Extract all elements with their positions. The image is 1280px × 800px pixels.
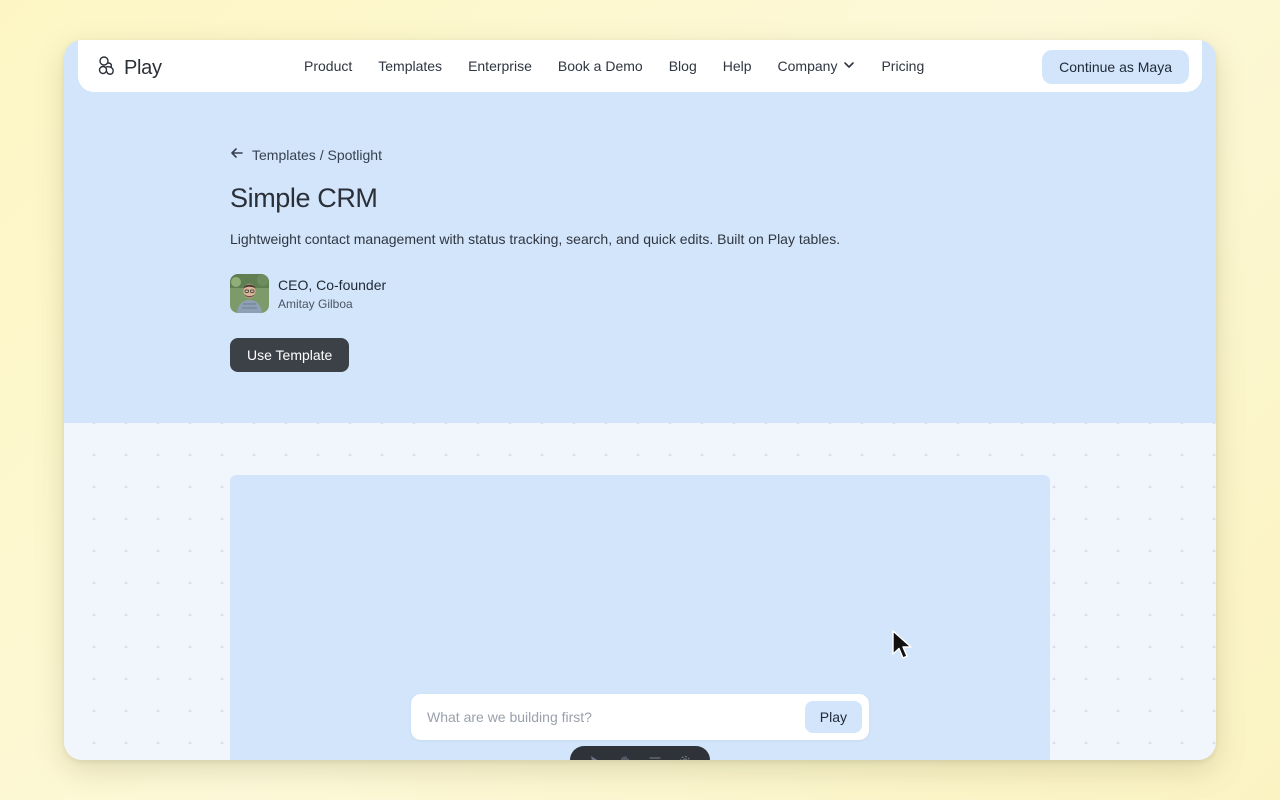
nav-link-label: Product xyxy=(304,58,353,74)
author-info: CEO, Co-founder Amitay Gilboa xyxy=(278,277,386,311)
chevron-down-icon xyxy=(843,58,855,74)
nav-link-blog[interactable]: Blog xyxy=(669,58,697,74)
prompt-bar: Play xyxy=(411,694,869,740)
top-navbar: Play Product Templates Enterprise Book a… xyxy=(78,40,1202,92)
avatar xyxy=(230,274,269,313)
nav-link-enterprise[interactable]: Enterprise xyxy=(468,58,532,74)
nav-link-label: Enterprise xyxy=(468,58,532,74)
play-logo-icon xyxy=(96,54,120,83)
nav-link-label: Templates xyxy=(378,58,443,74)
mouse-cursor-icon xyxy=(892,630,912,665)
nav-link-label: Book a Demo xyxy=(557,58,643,74)
page-title: Simple CRM xyxy=(230,183,378,213)
nav-link-pricing[interactable]: Pricing xyxy=(881,58,924,74)
nav-link-book-demo[interactable]: Book a Demo xyxy=(558,58,643,74)
template-description: Lightweight contact management with stat… xyxy=(230,231,841,247)
brand-logo[interactable]: Play xyxy=(96,54,162,83)
pointer-icon[interactable] xyxy=(588,754,602,760)
nav-link-company[interactable]: Company xyxy=(778,58,856,74)
author-role: CEO, Co-founder xyxy=(278,276,387,293)
nav-link-product[interactable]: Product xyxy=(304,58,352,74)
gear-icon[interactable] xyxy=(678,754,692,760)
nav-link-help[interactable]: Help xyxy=(723,58,752,74)
author-card: CEO, Co-founder Amitay Gilboa xyxy=(230,274,386,313)
prompt-input[interactable] xyxy=(411,694,805,740)
play-button[interactable]: Play xyxy=(804,701,862,733)
use-template-button[interactable]: Use Template xyxy=(230,338,350,372)
canvas-toolbar xyxy=(570,746,710,760)
hand-icon[interactable] xyxy=(618,754,632,760)
text-icon[interactable] xyxy=(648,754,662,760)
continue-as-user-button[interactable]: Continue as Maya xyxy=(1042,50,1189,84)
nav-link-label: Help xyxy=(722,58,752,74)
nav-link-label: Pricing xyxy=(881,58,925,74)
breadcrumb[interactable]: Templates / Spotlight xyxy=(230,146,382,163)
arrow-left-icon[interactable] xyxy=(230,146,244,163)
nav-link-label: Company xyxy=(777,58,838,74)
breadcrumb-text[interactable]: Templates / Spotlight xyxy=(252,147,382,163)
nav-links: Product Templates Enterprise Book a Demo… xyxy=(304,40,924,92)
browser-window: Play Product Templates Enterprise Book a… xyxy=(64,40,1216,760)
brand-name: Play xyxy=(124,57,162,79)
nav-link-templates[interactable]: Templates xyxy=(378,58,442,74)
author-name: Amitay Gilboa xyxy=(278,296,353,311)
nav-link-label: Blog xyxy=(668,58,697,74)
